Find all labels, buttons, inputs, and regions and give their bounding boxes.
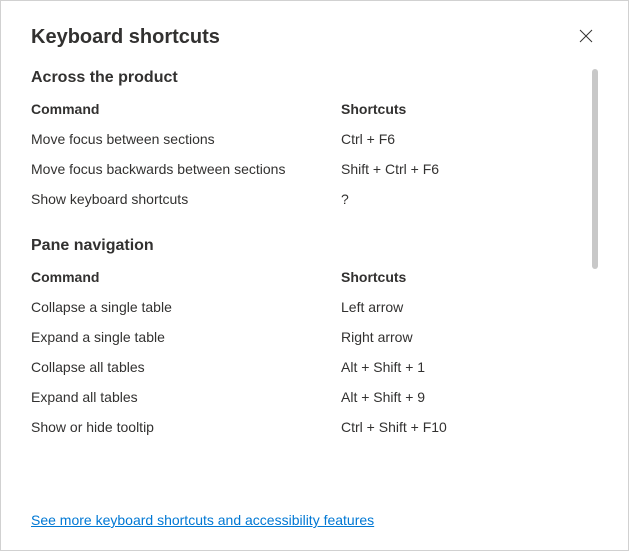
section-title: Pane navigation [31, 237, 588, 255]
shortcuts-table: Command Shortcuts Collapse a single tabl… [31, 269, 588, 435]
dialog-title: Keyboard shortcuts [31, 26, 220, 49]
cell-command: Expand a single table [31, 329, 341, 345]
cell-command: Move focus between sections [31, 131, 341, 147]
cell-command: Move focus backwards between sections [31, 161, 341, 177]
dialog-header: Keyboard shortcuts [31, 25, 598, 49]
table-row: Move focus between sections Ctrl + F6 [31, 131, 588, 147]
cell-shortcut: Ctrl + F6 [341, 131, 588, 147]
header-shortcut: Shortcuts [341, 269, 588, 285]
dialog-content: Across the product Command Shortcuts Mov… [31, 69, 598, 504]
header-shortcut: Shortcuts [341, 101, 588, 117]
cell-shortcut: Shift + Ctrl + F6 [341, 161, 588, 177]
cell-shortcut: Ctrl + Shift + F10 [341, 419, 588, 435]
close-button[interactable] [574, 25, 598, 49]
table-row: Expand a single table Right arrow [31, 329, 588, 345]
cell-shortcut: Right arrow [341, 329, 588, 345]
cell-shortcut: Alt + Shift + 9 [341, 389, 588, 405]
cell-command: Collapse a single table [31, 299, 341, 315]
dialog-footer: See more keyboard shortcuts and accessib… [31, 512, 598, 530]
table-row: Show or hide tooltip Ctrl + Shift + F10 [31, 419, 588, 435]
table-row: Show keyboard shortcuts ? [31, 191, 588, 207]
cell-shortcut: Left arrow [341, 299, 588, 315]
cell-command: Collapse all tables [31, 359, 341, 375]
header-command: Command [31, 269, 341, 285]
table-row: Collapse a single table Left arrow [31, 299, 588, 315]
shortcuts-table: Command Shortcuts Move focus between sec… [31, 101, 588, 207]
section-across-product: Across the product Command Shortcuts Mov… [31, 69, 588, 207]
see-more-link[interactable]: See more keyboard shortcuts and accessib… [31, 512, 374, 528]
cell-command: Show or hide tooltip [31, 419, 341, 435]
table-header: Command Shortcuts [31, 269, 588, 285]
scrollbar-thumb[interactable] [592, 69, 598, 269]
section-title: Across the product [31, 69, 588, 87]
header-command: Command [31, 101, 341, 117]
cell-shortcut: ? [341, 191, 588, 207]
cell-shortcut: Alt + Shift + 1 [341, 359, 588, 375]
table-row: Move focus backwards between sections Sh… [31, 161, 588, 177]
section-pane-navigation: Pane navigation Command Shortcuts Collap… [31, 237, 588, 435]
close-icon [579, 29, 593, 46]
keyboard-shortcuts-dialog: Keyboard shortcuts Across the product Co… [1, 1, 628, 550]
cell-command: Expand all tables [31, 389, 341, 405]
table-row: Collapse all tables Alt + Shift + 1 [31, 359, 588, 375]
table-row: Expand all tables Alt + Shift + 9 [31, 389, 588, 405]
table-header: Command Shortcuts [31, 101, 588, 117]
cell-command: Show keyboard shortcuts [31, 191, 341, 207]
